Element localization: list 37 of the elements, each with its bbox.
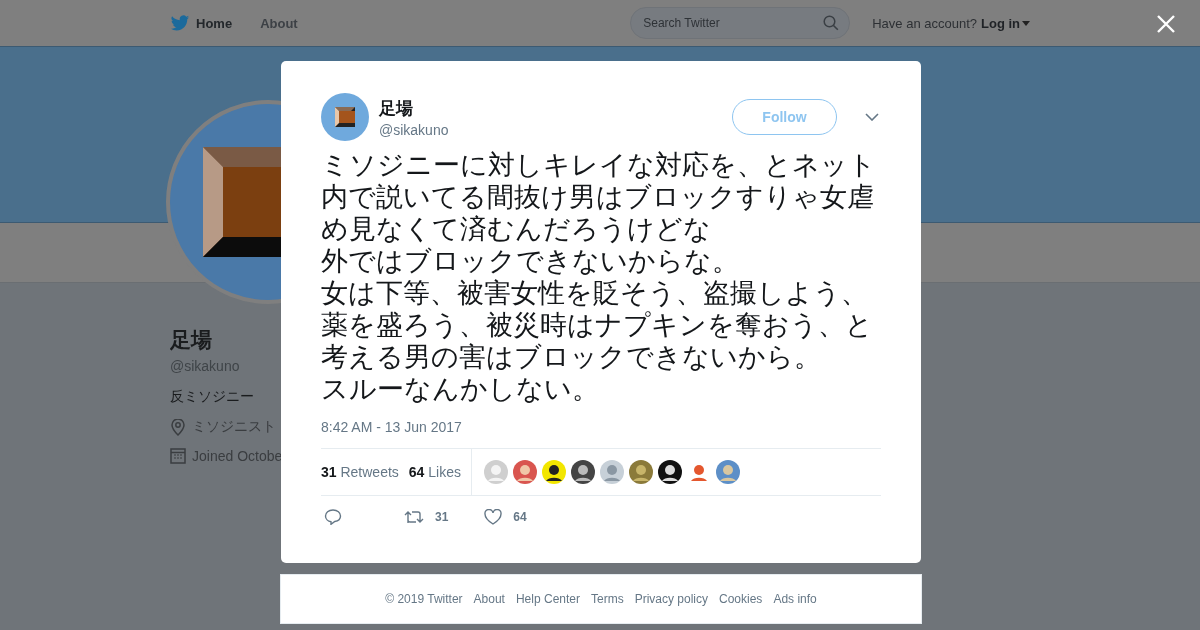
- caret-icon: [1022, 20, 1030, 26]
- tweet-text: 女は下等、被害女性を貶そう、盗撮しよう、薬を盛ろう、被災時はナプキンを奪おう、と考える男の害はブロックできないから。: [321, 277, 874, 373]
- reply-icon[interactable]: [324, 509, 342, 525]
- footer-link[interactable]: Ads info: [773, 592, 817, 606]
- nav-link[interactable]: About: [260, 15, 298, 31]
- tweet-text: スルーなんかしない。: [321, 373, 600, 405]
- action-count: 31: [435, 510, 449, 524]
- profile-name: 足場: [170, 327, 212, 353]
- tweet-text: 外ではブロックできないからな。: [321, 245, 740, 277]
- chevron-down-icon[interactable]: [865, 113, 879, 121]
- retweet-icon[interactable]: [404, 510, 424, 524]
- action-count: 64: [513, 510, 527, 524]
- location-icon: [170, 418, 186, 436]
- footer-link[interactable]: About: [473, 592, 505, 606]
- footer-link[interactable]: Terms: [591, 592, 624, 606]
- bird-icon: [170, 14, 190, 32]
- author-handle[interactable]: @sikakuno: [379, 121, 449, 138]
- footer-link[interactable]: Help Center: [515, 592, 580, 606]
- tweet-text: ミソジニーに対しキレイな対応を、とネット内で説いてる間抜け男はブロックすりゃ女虐め見なくて済むんだろうけどな: [321, 149, 877, 245]
- tweet-timestamp[interactable]: 8:42 AM - 13 Jun 2017: [321, 419, 462, 435]
- stat-link[interactable]: 64 Likes: [408, 464, 461, 480]
- profile-bio: 反ミソジニー: [170, 388, 254, 406]
- profile-join-date: Joined Octobe: [192, 448, 281, 464]
- account-prompt: Have an account?: [872, 15, 977, 31]
- login-link[interactable]: Log in: [981, 15, 1030, 31]
- calendar-icon: [170, 448, 186, 464]
- search-field[interactable]: Search Twitter: [630, 7, 851, 39]
- search-icon: [823, 15, 840, 31]
- close-icon[interactable]: [1157, 15, 1175, 33]
- footer-link[interactable]: Privacy policy: [634, 592, 708, 606]
- heart-icon[interactable]: [484, 509, 503, 525]
- footer-link[interactable]: Cookies: [719, 592, 763, 606]
- author-name[interactable]: 足場: [379, 96, 413, 120]
- author-avatar[interactable]: [321, 93, 369, 141]
- copyright-text: © 2019 Twitter: [385, 592, 463, 606]
- nav-link[interactable]: Home: [170, 14, 233, 32]
- stat-link[interactable]: 31 Retweets: [321, 464, 399, 480]
